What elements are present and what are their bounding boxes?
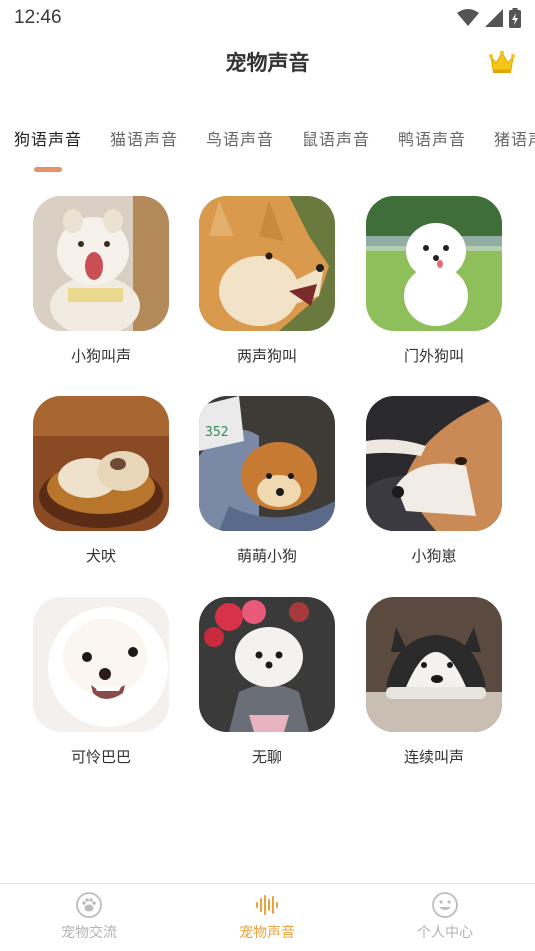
dog-photo-sleeping-puppies: [33, 396, 169, 531]
wifi-icon: [457, 9, 479, 26]
sound-label: 连续叫声: [403, 748, 464, 766]
category-tabs: 狗语声音 猫语声音 鸟语声音 鼠语声音 鸭语声音 猪语声音: [0, 118, 535, 178]
dog-photo-barking-shiba: [199, 196, 335, 331]
paw-icon: [76, 892, 102, 918]
sound-card[interactable]: 小狗崽: [366, 396, 502, 576]
sound-card[interactable]: 门外狗叫: [366, 196, 502, 376]
sound-label: 可怜巴巴: [70, 748, 131, 766]
soundwave-icon: [256, 895, 278, 915]
tab-bird-sounds[interactable]: 鸟语声音: [206, 126, 274, 150]
page-title: 宠物声音: [225, 51, 310, 75]
sound-card[interactable]: 352 萌萌小狗: [199, 396, 335, 576]
sound-card[interactable]: 可怜巴巴: [33, 597, 169, 777]
nav-label: 宠物交流: [61, 925, 117, 941]
svg-text:352: 352: [205, 425, 228, 440]
sound-card[interactable]: 连续叫声: [366, 597, 502, 777]
tab-duck-sounds[interactable]: 鸭语声音: [398, 126, 466, 150]
signal-icon: [485, 9, 503, 27]
dog-photo-yawning-puppy: [33, 196, 169, 331]
tab-cat-sounds[interactable]: 猫语声音: [110, 126, 178, 150]
sound-label: 小狗叫声: [70, 347, 131, 365]
status-bar: 12:46: [0, 0, 535, 36]
status-time: 12:46: [14, 7, 62, 28]
bottom-nav: 宠物交流 宠物声音 个人中心: [0, 883, 535, 951]
nav-label: 宠物声音: [239, 925, 295, 941]
nav-pet-chat[interactable]: 宠物交流: [0, 892, 178, 942]
sound-label: 萌萌小狗: [236, 547, 297, 565]
dog-photo-puppy-in-blanket: 352: [199, 396, 335, 531]
nav-profile[interactable]: 个人中心: [356, 892, 534, 942]
nav-label: 个人中心: [417, 925, 473, 941]
sound-card[interactable]: 小狗叫声: [33, 196, 169, 376]
dog-photo-resting-beagle: [366, 396, 502, 531]
crown-icon[interactable]: [489, 50, 515, 74]
sound-card[interactable]: 无聊: [199, 597, 335, 777]
status-icons: [457, 8, 521, 28]
smiley-icon: [432, 892, 458, 918]
sound-label: 两声狗叫: [236, 347, 297, 365]
dog-photo-lying-husky: [366, 597, 502, 732]
nav-pet-sounds[interactable]: 宠物声音: [178, 892, 356, 942]
sound-label: 犬吠: [85, 547, 116, 565]
dog-photo-maltese-with-flowers: [199, 597, 335, 732]
tab-dog-sounds[interactable]: 狗语声音: [14, 126, 82, 150]
sound-label: 小狗崽: [411, 547, 457, 565]
tab-indicator: [34, 167, 62, 172]
sound-label: 无聊: [251, 748, 282, 766]
app-header: 宠物声音: [0, 36, 535, 88]
battery-icon: [509, 8, 521, 28]
tab-mouse-sounds[interactable]: 鼠语声音: [302, 126, 370, 150]
dog-photo-grinning-pomeranian: [33, 597, 169, 732]
sound-card[interactable]: 犬吠: [33, 396, 169, 576]
sound-card[interactable]: 两声狗叫: [199, 196, 335, 376]
dog-photo-white-pomeranian: [366, 196, 502, 331]
tab-pig-sounds[interactable]: 猪语声音: [494, 126, 535, 150]
sound-label: 门外狗叫: [403, 347, 464, 365]
